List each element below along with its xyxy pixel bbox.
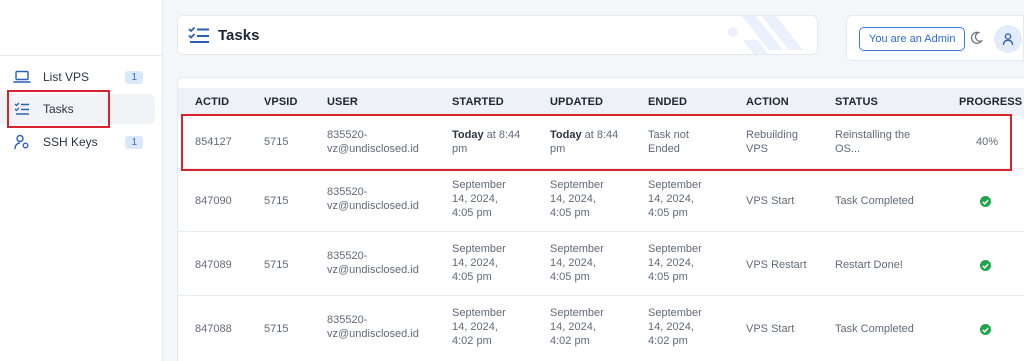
cell-action: VPS Start: [746, 323, 795, 335]
tasks-list-icon: [188, 26, 210, 44]
admin-role-button[interactable]: You are an Admin: [859, 27, 966, 51]
sidebar-item-label: List VPS: [43, 70, 90, 84]
column-header-vpsid[interactable]: VPSID: [264, 96, 298, 108]
column-header-progress[interactable]: PROGRESS: [959, 96, 1022, 108]
cell-vpsid: 5715: [264, 195, 289, 207]
user-toolbar: You are an Admin: [846, 15, 1024, 61]
cell-status: Restart Done!: [835, 259, 903, 271]
cell-vpsid: 5715: [264, 323, 289, 335]
table-row[interactable]: 847090 5715 835520- vz@undisclosed.id Sep…: [178, 169, 1024, 232]
cell-started: September 14, 2024, 4:02 pm: [452, 307, 506, 347]
cell-user: 835520- vz@undisclosed.id: [327, 186, 419, 212]
column-header-action[interactable]: ACTION: [746, 96, 789, 108]
cell-updated: September 14, 2024, 4:02 pm: [550, 307, 604, 347]
highlight-box-sidebar: [7, 90, 110, 128]
column-header-updated[interactable]: UPDATED: [550, 96, 603, 108]
cell-action: VPS Start: [746, 195, 795, 207]
column-header-actid[interactable]: ACTID: [195, 96, 229, 108]
cell-status: Task Completed: [835, 195, 914, 207]
laptop-icon: [13, 68, 31, 86]
sidebar-item-ssh-keys[interactable]: SSH Keys 1: [0, 127, 155, 157]
table-header: ACTID VPSID USER STARTED UPDATED ENDED A…: [178, 88, 1024, 116]
user-key-icon: [13, 133, 31, 151]
cell-actid: 847088: [195, 323, 232, 335]
sidebar-item-list-vps[interactable]: List VPS 1: [0, 62, 155, 92]
cell-vpsid: 5715: [264, 259, 289, 271]
check-circle-icon: [980, 260, 991, 271]
highlight-box-row: [181, 114, 1012, 171]
dark-mode-icon[interactable]: [969, 31, 984, 50]
cell-actid: 847089: [195, 259, 232, 271]
sidebar-logo-area: [0, 0, 162, 56]
cell-started: September 14, 2024, 4:05 pm: [452, 179, 506, 219]
cell-actid: 847090: [195, 195, 232, 207]
column-header-started[interactable]: STARTED: [452, 96, 504, 108]
cell-user: 835520- vz@undisclosed.id: [327, 314, 419, 340]
check-circle-icon: [980, 324, 991, 335]
cell-action: VPS Restart: [746, 259, 807, 271]
table-row[interactable]: 847088 5715 835520- vz@undisclosed.id Sep…: [178, 296, 1024, 361]
check-circle-icon: [980, 196, 991, 207]
count-badge: 1: [125, 70, 143, 84]
cell-user: 835520- vz@undisclosed.id: [327, 250, 419, 276]
sidebar-item-label: SSH Keys: [43, 135, 98, 149]
page-title: Tasks: [218, 26, 260, 44]
cell-ended: September 14, 2024, 4:05 pm: [648, 243, 702, 283]
column-header-status[interactable]: STATUS: [835, 96, 878, 108]
cell-ended: September 14, 2024, 4:05 pm: [648, 179, 702, 219]
count-badge: 1: [125, 135, 143, 149]
decorative-pattern: [728, 16, 803, 54]
cell-updated: September 14, 2024, 4:05 pm: [550, 179, 604, 219]
cell-ended: September 14, 2024, 4:02 pm: [648, 307, 702, 347]
cell-status: Task Completed: [835, 323, 914, 335]
avatar[interactable]: [994, 25, 1022, 53]
column-header-ended[interactable]: ENDED: [648, 96, 687, 108]
table-row[interactable]: 847089 5715 835520- vz@undisclosed.id Sep…: [178, 232, 1024, 296]
page-header: Tasks: [177, 15, 818, 55]
sidebar: List VPS 1 Tasks SSH Keys 1: [0, 0, 163, 361]
cell-updated: September 14, 2024, 4:05 pm: [550, 243, 604, 283]
cell-started: September 14, 2024, 4:05 pm: [452, 243, 506, 283]
user-icon: [1002, 33, 1014, 46]
column-header-user[interactable]: USER: [327, 96, 358, 108]
